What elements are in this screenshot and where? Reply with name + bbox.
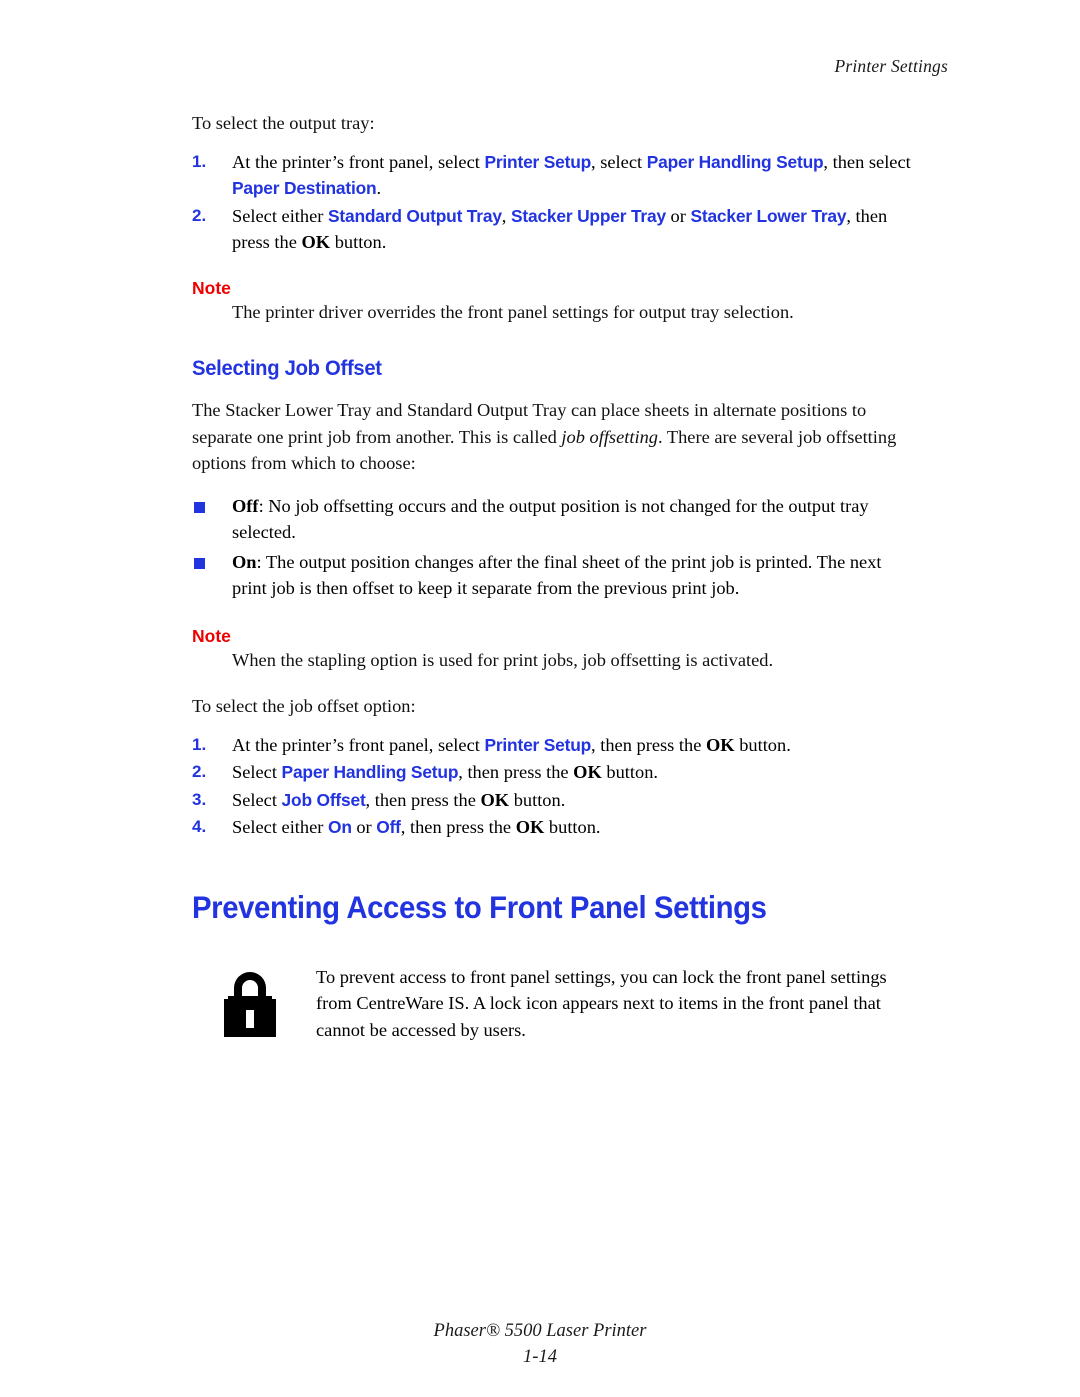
term-job-offsetting: job offsetting [561,426,658,447]
key-ok: OK [515,817,545,837]
step-text-part: At the printer’s front panel, select [232,151,485,172]
key-ok: OK [705,734,735,755]
step-number: 2. [192,762,207,781]
square-bullet-icon [194,501,205,513]
step-text-part: or [665,205,691,226]
page-footer: Phaser® 5500 Laser Printer 1-14 [0,1318,1080,1370]
lock-callout-text: To prevent access to front panel setting… [316,966,887,1040]
key-ok: OK [301,232,331,252]
step-text-part: Select either [232,205,328,226]
step-text-part: , then press the [400,817,516,837]
step-text-part: , then press the [591,734,706,755]
step-text-part: Select [232,762,282,782]
step-number: 4. [192,817,207,836]
ui-reference-printer-setup: Printer Setup [484,151,592,172]
step-text-part: or [351,817,377,837]
option-name-on: On [232,551,257,572]
lock-icon-wrapper [220,962,316,1049]
step-text-part: . [376,178,382,198]
step-number: 1. [192,151,207,171]
output-tray-steps: 1. At the printer’s front panel, select P… [192,149,914,256]
step-text-part: button. [330,232,387,252]
list-item: Off: No job offsetting occurs and the ou… [192,493,914,546]
option-description: : No job offsetting occurs and the outpu… [232,495,869,543]
step-number: 1. [192,734,207,754]
ui-reference-paper-handling-setup: Paper Handling Setup [281,762,459,782]
step-number: 3. [192,789,207,809]
step-item: 3. Select Job Offset, then press the OK b… [192,787,914,814]
ui-reference-standard-output-tray: Standard Output Tray [328,205,502,226]
square-bullet-icon [194,557,205,569]
step-text-part: button. [509,789,566,810]
note-text: The printer driver overrides the front p… [232,301,794,322]
step-text-part: , then select [823,151,911,172]
ui-reference-job-offset: Job Offset [281,789,366,810]
step-text-part: , then press the [365,789,481,810]
ui-reference-stacker-lower-tray: Stacker Lower Tray [690,205,847,226]
step-number: 2. [192,205,207,225]
job-offset-steps: 1. At the printer’s front panel, select P… [192,732,914,841]
list-item: On: The output position changes after th… [192,549,914,602]
note-block-two: Note When the stapling option is used fo… [192,625,914,674]
subsection-heading-selecting-job-offset: Selecting Job Offset [192,356,382,380]
ui-reference-printer-setup: Printer Setup [484,734,592,755]
option-name-off: Off [232,495,259,516]
note-label: Note [192,625,231,646]
lock-icon [224,971,276,1037]
note-label: Note [192,277,231,298]
step-text-part: button. [544,817,601,837]
footer-product-name: Phaser® 5500 Laser Printer [433,1321,647,1341]
step-text-part: , [501,205,511,226]
footer-page-number: 1-14 [523,1347,557,1367]
step-text-part: button. [734,734,791,755]
step-text-part: Select [232,789,282,810]
step-text-part: button. [601,762,658,782]
job-offset-steps-lead-in: To select the job offset option: [192,696,416,716]
note-block-one: Note The printer driver overrides the fr… [192,277,914,326]
step-text-part: , select [591,151,647,172]
ui-reference-off: Off [376,817,401,837]
document-page: Printer Settings To select the output tr… [0,0,1080,1397]
key-ok: OK [480,789,510,810]
ui-reference-paper-destination: Paper Destination [232,178,377,198]
step-text-part: At the printer’s front panel, select [232,734,485,755]
step-item: 2. Select either Standard Output Tray, St… [192,203,914,256]
lock-callout: To prevent access to front panel setting… [192,962,914,1049]
output-tray-lead-in: To select the output tray: [192,113,375,133]
step-item: 4. Select either On or Off, then press th… [192,814,914,841]
step-text-part: Select either [232,817,328,837]
step-item: 2. Select Paper Handling Setup, then pres… [192,759,914,786]
job-offset-paragraph: The Stacker Lower Tray and Standard Outp… [192,397,914,477]
ui-reference-stacker-upper-tray: Stacker Upper Tray [511,205,666,226]
note-text: When the stapling option is used for pri… [232,649,774,670]
step-item: 1. At the printer’s front panel, select P… [192,732,914,759]
step-item: 1. At the printer’s front panel, select P… [192,149,914,202]
key-ok: OK [573,762,602,782]
step-text-part: , then press the [458,762,574,782]
ui-reference-on: On [328,817,352,837]
section-heading-preventing-access: Preventing Access to Front Panel Setting… [192,888,767,925]
running-header: Printer Settings [834,56,948,76]
job-offset-options-list: Off: No job offsetting occurs and the ou… [192,493,914,602]
content-column: To select the output tray: 1. At the prin… [192,110,914,1049]
option-description: : The output position changes after the … [232,551,882,599]
ui-reference-paper-handling-setup: Paper Handling Setup [646,151,824,172]
